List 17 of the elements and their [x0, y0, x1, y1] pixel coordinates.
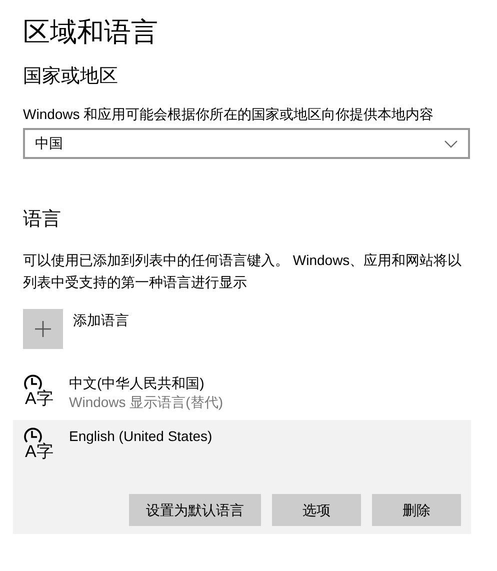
action-button[interactable]: 设置为默认语言 [129, 494, 261, 526]
language-subtitle: Windows 显示语言(替代) [69, 393, 224, 412]
language-name: 中文(中华人民共和国) [69, 374, 206, 393]
chevron-down-icon [444, 140, 458, 148]
region-dropdown[interactable]: 中国 [23, 128, 470, 159]
add-language-label[interactable]: 添加语言 [73, 310, 129, 330]
action-button[interactable]: 删除 [372, 494, 461, 526]
add-button[interactable] [23, 309, 63, 349]
region-description: Windows 和应用可能会根据你所在的国家或地区向你提供本地内容 [23, 105, 435, 124]
page-title: 区域和语言 [23, 16, 159, 49]
language-item[interactable]: A字 English (United States) 设置为默认语言 选项 删除 [13, 420, 471, 534]
section-heading: 语言 [23, 208, 62, 232]
language-description: 可以使用已添加到列表中的任何语言键入。 Windows、应用和网站将以列表中受支持的第一种语言进行显示 [23, 251, 463, 292]
plus-icon [35, 321, 51, 337]
action-button[interactable]: 选项 [272, 494, 361, 526]
language-name: English (United States) [69, 427, 212, 446]
section-heading: 国家或地区 [23, 65, 119, 89]
